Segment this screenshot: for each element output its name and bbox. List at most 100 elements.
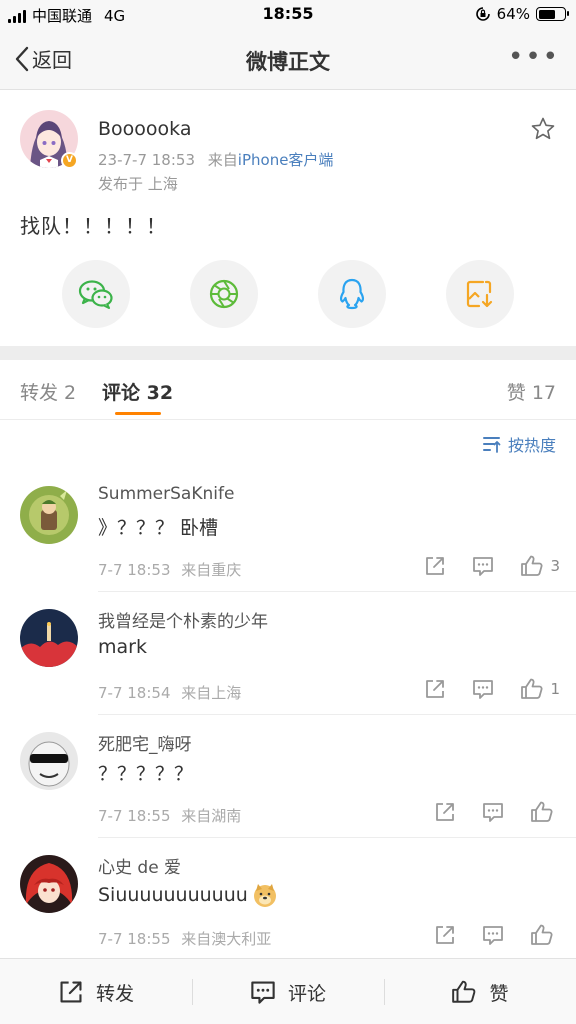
more-options-icon[interactable]: •••	[508, 42, 560, 72]
commenter-avatar[interactable]	[20, 609, 78, 667]
commenter-avatar[interactable]	[20, 732, 78, 790]
comment-like-button[interactable]: 1	[520, 677, 560, 701]
repost-button[interactable]: 转发	[0, 959, 192, 1024]
like-icon	[452, 980, 476, 1003]
author-name[interactable]: Boooooka	[98, 118, 191, 140]
comment-text-body: Siuuuuuuuuuuu	[98, 884, 248, 906]
like-icon	[520, 677, 544, 701]
source-prefix: 来自	[207, 151, 238, 169]
status-bar: 中国联通 4G 18:55 64%	[0, 0, 576, 30]
status-right: 64%	[475, 5, 569, 23]
battery-fill	[538, 9, 555, 19]
comment-reply-button[interactable]	[472, 678, 494, 700]
commenter-name[interactable]: SummerSaKnife	[98, 484, 234, 504]
comment-meta: 7-7 18:55 来自湖南	[98, 805, 241, 826]
repost-icon	[60, 981, 82, 1003]
comment-label: 评论	[287, 982, 326, 1005]
comment-time: 7-7 18:55	[98, 807, 171, 825]
commenter-name[interactable]: 死肥宅_嗨呀	[98, 730, 192, 755]
active-tab-indicator	[115, 412, 161, 415]
favorite-star-icon[interactable]	[530, 116, 556, 146]
comment-location: 来自澳大利亚	[181, 930, 272, 948]
share-row	[0, 260, 576, 328]
battery-icon	[536, 7, 569, 21]
sort-icon	[482, 437, 501, 453]
like-icon	[530, 923, 554, 947]
tab-likes[interactable]: 赞 17	[507, 378, 556, 405]
comment-like-button[interactable]	[530, 800, 560, 824]
comment-meta: 7-7 18:53 来自重庆	[98, 559, 241, 580]
comment-repost-button[interactable]	[434, 801, 456, 823]
tab-comments[interactable]: 评论 32	[102, 378, 173, 405]
comment-text: 》？？？ 卧槽	[98, 517, 219, 539]
commenter-avatar[interactable]	[20, 486, 78, 544]
bottom-action-bar: 转发 评论 赞	[0, 958, 576, 1024]
battery-percent: 64%	[496, 5, 530, 23]
comment-reply-button[interactable]	[482, 924, 504, 946]
like-count: 1	[550, 680, 560, 698]
comment-reply-button[interactable]	[482, 801, 504, 823]
comment-repost-button[interactable]	[424, 555, 446, 577]
share-wechat-button[interactable]	[62, 260, 130, 328]
comment-like-button[interactable]	[530, 923, 560, 947]
comment-meta: 7-7 18:54 来自上海	[98, 682, 241, 703]
save-image-button[interactable]	[446, 260, 514, 328]
save-image-icon	[466, 280, 493, 308]
like-icon	[530, 800, 554, 824]
commenter-avatar[interactable]	[20, 855, 78, 913]
comment-item: SummerSaKnife 》？？？ 卧槽 7-7 18:53 来自重庆 3	[0, 469, 576, 592]
comment-location: 来自重庆	[181, 561, 242, 579]
moments-icon	[209, 279, 239, 309]
like-count: 3	[550, 557, 560, 575]
wechat-icon	[78, 280, 113, 309]
nav-bar: 返回 微博正文 •••	[0, 30, 576, 90]
comment-icon	[472, 678, 494, 700]
section-divider	[0, 346, 576, 360]
comment-actions: 1	[398, 676, 560, 702]
sort-by-hot-button[interactable]: 按热度	[482, 432, 556, 456]
comment-meta: 7-7 18:55 来自澳大利亚	[98, 928, 271, 949]
comment-icon	[472, 555, 494, 577]
comment-item: 我曾经是个朴素的少年 mark 7-7 18:54 来自上海 1	[0, 592, 576, 715]
comment-actions: 3	[398, 553, 560, 579]
share-moments-button[interactable]	[190, 260, 258, 328]
repost-icon	[424, 555, 446, 577]
interaction-tabs: 转发 2 评论 32 赞 17	[0, 360, 576, 420]
sort-label: 按热度	[507, 436, 556, 455]
post-location: 发布于 上海	[98, 175, 178, 193]
commenter-name[interactable]: 我曾经是个朴素的少年	[98, 607, 268, 632]
comment-location: 来自湖南	[181, 807, 242, 825]
tab-repost[interactable]: 转发 2	[20, 378, 76, 405]
comment-location: 来自上海	[181, 684, 242, 702]
comment-like-button[interactable]: 3	[520, 554, 560, 578]
post-source[interactable]: iPhone客户端	[238, 151, 334, 169]
comment-text: Siuuuuuuuuuuu	[98, 882, 278, 908]
page-title: 微博正文	[246, 50, 330, 74]
like-icon	[520, 554, 544, 578]
repost-icon	[434, 801, 456, 823]
comment-repost-button[interactable]	[424, 678, 446, 700]
comment-repost-button[interactable]	[434, 924, 456, 946]
verified-badge-icon: V	[61, 152, 78, 169]
comment-icon	[482, 801, 504, 823]
comment-actions	[408, 922, 560, 948]
comment-item: 死肥宅_嗨呀 ？？？？？ 7-7 18:55 来自湖南	[0, 715, 576, 838]
rotation-lock-icon	[475, 7, 490, 21]
comment-actions	[408, 799, 560, 825]
comment-reply-button[interactable]	[472, 555, 494, 577]
comment-time: 7-7 18:54	[98, 684, 171, 702]
commenter-name[interactable]: 心史 de 爱	[98, 853, 181, 878]
repost-icon	[434, 924, 456, 946]
post-time: 23-7-7 18:53	[98, 151, 195, 169]
like-button[interactable]: 赞	[384, 959, 576, 1024]
repost-label: 转发	[95, 982, 134, 1005]
comment-button[interactable]: 评论	[192, 959, 384, 1024]
comment-text: ？？？？？	[98, 763, 194, 785]
post-meta: 23-7-7 18:53 来自iPhone客户端	[98, 149, 333, 170]
comment-time: 7-7 18:55	[98, 930, 171, 948]
doge-emoji-icon	[253, 884, 276, 907]
comment-item: 心史 de 爱 Siuuuuuuuuuuu 7-7 18:55 来自澳大利亚	[0, 838, 576, 961]
like-label: 赞	[489, 982, 509, 1005]
share-qq-button[interactable]	[318, 260, 386, 328]
repost-icon	[424, 678, 446, 700]
